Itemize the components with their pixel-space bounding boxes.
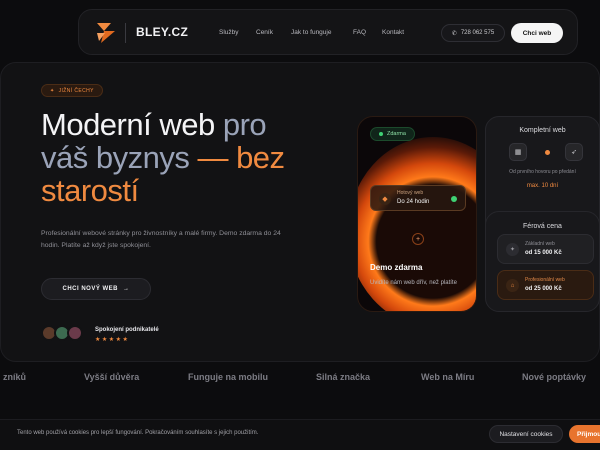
demo-text: Uvidíte nám web dřív, než platíte	[370, 280, 457, 286]
complete-web-note: Od prvního hovoru po předání	[509, 169, 576, 175]
phone-button[interactable]: ✆ 728 062 575	[441, 24, 505, 42]
demo-title: Demo zdarma	[370, 263, 423, 272]
nav-link-faq[interactable]: FAQ	[353, 29, 366, 36]
price-item-label: Základní web	[525, 241, 555, 247]
rocket-icon: ➶	[565, 143, 583, 161]
nav-link-sluzby[interactable]: Služby	[219, 29, 239, 36]
nav-link-cenik[interactable]: Ceník	[256, 29, 273, 36]
cookie-accept-button[interactable]: Přijmout	[569, 425, 600, 443]
demo-phone-card: Zdarma ◆ Hotový web Do 24 hodin + Demo z…	[357, 116, 477, 312]
delivery-label: Hotový web	[397, 190, 424, 196]
cookie-banner: Tento web používá cookies pro lepší fung…	[0, 419, 600, 450]
online-dot-icon	[451, 196, 457, 202]
pro-package-icon: ⌂	[506, 279, 519, 292]
price-item-value: od 15 000 Kč	[525, 250, 562, 256]
headline-part-2: pro	[214, 107, 267, 142]
price-item: ⌂ Profesionální web od 25 000 Kč	[497, 270, 594, 300]
rating-stars: ★★★★★	[95, 337, 130, 343]
hero-cta-button[interactable]: CHCI NOVÝ WEB →	[41, 278, 151, 300]
headline-part-1: Moderní web	[41, 107, 215, 142]
sparkle-icon: +	[412, 233, 424, 245]
arrow-right-icon: →	[123, 286, 130, 292]
basic-package-icon: ✦	[506, 243, 519, 256]
phone-icon: ✆	[451, 30, 457, 37]
ticker-item: Web na Míru	[421, 372, 475, 382]
nav-link-jak-to-funguje[interactable]: Jak to funguje	[291, 29, 331, 36]
cookie-text: Tento web používá cookies pro lepší fung…	[17, 430, 259, 436]
ticker-item: Funguje na mobilu	[188, 372, 268, 382]
complete-web-title: Kompletní web	[519, 127, 566, 134]
price-item-value: od 25 000 Kč	[525, 286, 562, 292]
top-navigation: BLEY.CZ Služby Ceník Jak to funguje FAQ …	[78, 9, 578, 55]
status-badge: Zdarma	[370, 127, 415, 141]
ticker-item: Nové poptávky	[522, 372, 587, 382]
ticker-item: zníků	[3, 372, 27, 382]
complete-web-time: max. 10 dní	[526, 183, 559, 189]
hero-headline: Moderní web pro váš byznys — bez starost…	[41, 108, 341, 207]
region-badge-label: JIŽNÍ ČECHY	[58, 87, 94, 94]
price-item: ✦ Základní web od 15 000 Kč	[497, 234, 594, 264]
nav-cta-button[interactable]: Chci web	[511, 23, 563, 43]
ticker-item: Vyšší důvěra	[84, 372, 140, 382]
logo-divider	[125, 23, 126, 43]
brand-name[interactable]: BLEY.CZ	[136, 25, 188, 39]
shield-icon: ◆	[379, 193, 391, 205]
delivery-value: Do 24 hodin	[397, 199, 430, 205]
headline-part-4: — bez	[189, 140, 285, 175]
status-dot-icon	[379, 132, 383, 136]
social-proof-label: Spokojení podnikatelé	[95, 327, 159, 333]
phone-number: 728 062 575	[460, 30, 495, 36]
hero-subtext: Profesionální webové stránky pro živnost…	[41, 230, 281, 249]
logo-icon[interactable]	[95, 21, 117, 45]
headline-part-3: váš byznys	[41, 140, 190, 175]
status-badge-label: Zdarma	[387, 131, 406, 137]
layout-icon: ▦	[509, 143, 527, 161]
nav-link-kontakt[interactable]: Kontakt	[382, 29, 404, 36]
progress-dot-icon	[545, 150, 550, 155]
region-badge: ✦ JIŽNÍ ČECHY	[41, 84, 103, 97]
avatar	[67, 325, 83, 341]
cookie-settings-button[interactable]: Nastavení cookies	[489, 425, 563, 443]
headline-part-5: starostí	[41, 173, 139, 208]
fair-price-card: Férová cena ✦ Základní web od 15 000 Kč …	[485, 211, 600, 312]
price-item-label: Profesionální web	[525, 277, 565, 283]
delivery-card: ◆ Hotový web Do 24 hodin	[370, 185, 466, 211]
ticker-item: Silná značka	[316, 372, 371, 382]
fair-price-title: Férová cena	[523, 223, 562, 230]
location-icon: ✦	[50, 87, 55, 94]
hero-cta-label: CHCI NOVÝ WEB	[62, 286, 118, 292]
